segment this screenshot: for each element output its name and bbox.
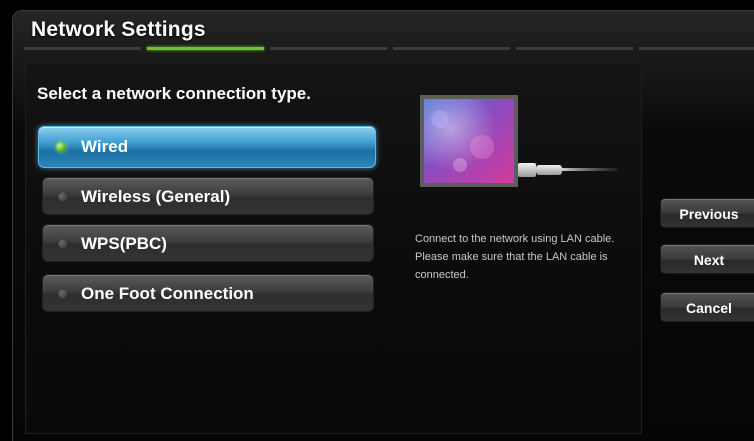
step-indicator <box>393 47 510 50</box>
connection-description: Connect to the network using LAN cable. … <box>415 233 615 281</box>
option-label: WPS(PBC) <box>81 234 167 253</box>
next-button-label: Next <box>693 252 725 268</box>
cancel-button-label: Cancel <box>686 300 732 316</box>
option-label: Wireless (General) <box>81 187 231 206</box>
radio-indicator-icon <box>58 289 68 299</box>
option-wps-pbc[interactable]: WPS(PBC) <box>42 224 374 262</box>
option-wired[interactable]: Wired <box>38 126 376 168</box>
step-indicator <box>639 47 754 50</box>
previous-button-label: Previous <box>679 206 739 222</box>
option-wireless-general[interactable]: Wireless (General) <box>42 177 374 215</box>
step-indicator <box>24 47 141 50</box>
next-button[interactable]: Next <box>660 244 754 274</box>
connection-type-prompt: Select a network connection type. <box>37 84 311 103</box>
step-indicator-active <box>147 47 264 50</box>
option-label: One Foot Connection <box>81 284 254 303</box>
step-indicator <box>516 47 633 50</box>
page-title: Network Settings <box>31 18 206 41</box>
step-indicator <box>270 47 387 50</box>
previous-button[interactable]: Previous <box>660 198 754 228</box>
radio-indicator-icon <box>56 142 66 152</box>
cancel-button[interactable]: Cancel <box>660 292 754 322</box>
option-label: Wired <box>81 137 129 156</box>
option-one-foot-connection[interactable]: One Foot Connection <box>42 274 374 312</box>
radio-indicator-icon <box>58 239 68 249</box>
tv-lan-cable-illustration <box>420 95 620 190</box>
tv-lan-icon <box>420 95 617 187</box>
radio-indicator-icon <box>58 192 68 202</box>
step-progress-bar <box>24 47 754 50</box>
